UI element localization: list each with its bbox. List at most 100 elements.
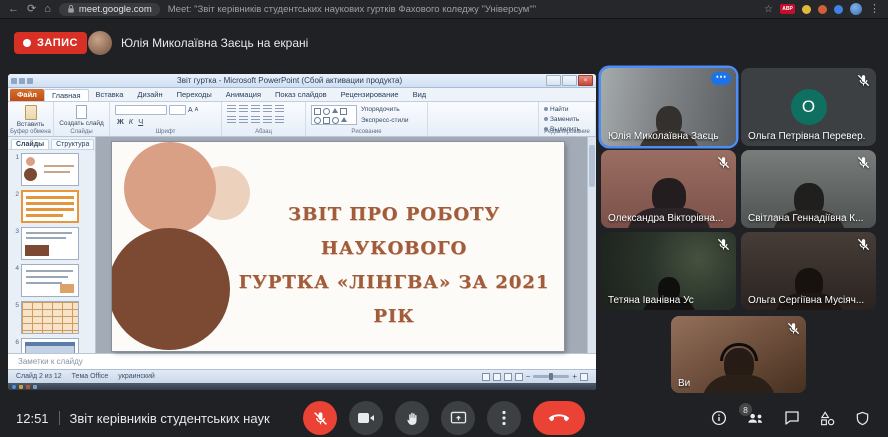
mic-off-icon <box>856 73 871 88</box>
mic-off-icon <box>716 237 731 252</box>
slide-thumbnail-3: 3 <box>10 227 91 260</box>
mic-off-icon <box>716 155 731 170</box>
view-reading-icon <box>504 373 512 381</box>
raise-hand-button[interactable] <box>395 401 429 435</box>
url-text: meet.google.com <box>79 4 152 15</box>
close-icon: × <box>578 75 593 86</box>
info-icon <box>711 410 727 426</box>
panel-tab-slides: Слайды <box>11 139 49 149</box>
view-sorter-icon <box>493 373 501 381</box>
tab-animations: Анимация <box>219 89 268 101</box>
hand-icon <box>405 411 420 426</box>
extension-icon-yellow[interactable] <box>802 5 811 14</box>
activities-button[interactable] <box>819 410 836 427</box>
meeting-title: Звіт керівників студентських наукових гу… <box>70 411 270 426</box>
back-icon[interactable]: ← <box>8 0 19 19</box>
slide-scrollbar <box>587 137 596 353</box>
self-view-tile[interactable]: Ви <box>671 316 806 393</box>
participant-name: Світлана Геннадіївна К... <box>748 213 863 224</box>
tab-design: Дизайн <box>130 89 169 101</box>
browser-profile-avatar[interactable] <box>850 3 862 15</box>
present-icon <box>450 411 467 426</box>
reload-icon[interactable]: ⟳ <box>27 0 36 19</box>
ppt-ribbon: Вставить Буфер обмена Создать слайд Слай… <box>8 102 596 137</box>
end-call-button[interactable] <box>533 401 585 435</box>
view-normal-icon <box>482 373 490 381</box>
shared-screen-tile[interactable]: Звіт гуртка - Microsoft PowerPoint (Сбой… <box>8 74 596 390</box>
paste-label: Вставить <box>17 121 45 129</box>
host-controls-button[interactable] <box>855 411 870 426</box>
participant-tile-tetiana[interactable]: Тетяна Іванівна Ус <box>601 232 736 310</box>
font-size-dropdown <box>169 105 186 115</box>
new-slide-icon <box>76 105 87 119</box>
zoom-slider <box>533 375 569 378</box>
meeting-details-button[interactable] <box>711 410 727 426</box>
slide-title-line1: ЗВІТ ПРО РОБОТУ НАУКОВОГО <box>230 198 558 266</box>
participant-tile-yuliia[interactable]: ⋯ Юлія Миколаївна Заєць <box>601 68 736 146</box>
tab-home: Главная <box>44 89 89 101</box>
status-theme: Тема Office <box>72 373 109 380</box>
slide-thumbnail-4: 4 <box>10 264 91 297</box>
tab-view: Вид <box>406 89 434 101</box>
page-title: Meet: "Звіт керівників студентських наук… <box>168 4 536 15</box>
tab-insert: Вставка <box>89 89 131 101</box>
present-screen-button[interactable] <box>441 401 475 435</box>
group-label-clipboard: Буфер обмена <box>8 129 53 135</box>
group-label-drawing: Рисование <box>306 129 427 135</box>
status-slide-info: Слайд 2 из 12 <box>16 373 62 380</box>
home-icon[interactable]: ⌂ <box>44 0 51 19</box>
participant-name: Юлія Миколаївна Заєць <box>608 131 719 142</box>
ribbon-group-paragraph: Абзац <box>222 102 306 136</box>
participant-name: Ольга Сергіївна Мусіяч... <box>748 295 864 306</box>
people-button[interactable]: 8 <box>746 411 765 425</box>
tab-transitions: Переходы <box>170 89 219 101</box>
address-bar[interactable]: meet.google.com <box>59 3 160 16</box>
slide-thumbnail-1: 1 <box>10 153 91 186</box>
clock-time: 12:51 <box>16 411 49 426</box>
new-slide-label: Создать слайд <box>59 120 104 128</box>
mic-mute-button[interactable] <box>303 401 337 435</box>
maximize-icon <box>562 75 577 86</box>
taskbar-app-icon <box>26 385 30 389</box>
status-language: украинский <box>118 373 155 380</box>
lock-icon <box>67 4 75 14</box>
extension-icon-orange[interactable] <box>818 5 827 14</box>
activities-icon <box>819 410 836 427</box>
mic-off-icon <box>312 410 329 427</box>
ribbon-group-drawing: Упорядочить Экспресс-стили Рисование <box>306 102 428 136</box>
tab-slideshow: Показ слайдов <box>268 89 334 101</box>
chat-icon <box>784 410 800 426</box>
shrink-font-icon: A <box>195 106 199 115</box>
ppt-titlebar: Звіт гуртка - Microsoft PowerPoint (Сбой… <box>8 74 596 88</box>
participant-name: Ольга Петрівна Перевер... <box>748 131 866 142</box>
window-controls: × <box>546 75 593 86</box>
ppt-window-title: Звіт гуртка - Microsoft PowerPoint (Сбой… <box>36 76 543 85</box>
ribbon-group-editing: Найти Заменить Выделить Редактирование <box>538 102 596 136</box>
camera-button[interactable] <box>349 401 383 435</box>
participant-tile-olha-serhiivna[interactable]: Ольга Сергіївна Мусіяч... <box>741 232 876 310</box>
slide-editing-area: ЗВІТ ПРО РОБОТУ НАУКОВОГО ГУРТКА «ЛІНГВА… <box>96 137 596 353</box>
tile-more-options-button[interactable]: ⋯ <box>711 72 731 85</box>
participant-tile-svitlana[interactable]: Світлана Геннадіївна К... <box>741 150 876 228</box>
mic-off-icon <box>786 321 801 336</box>
more-options-button[interactable] <box>487 401 521 435</box>
browser-toolbar: ← ⟳ ⌂ meet.google.com Meet: "Звіт керівн… <box>0 0 888 19</box>
participant-count-badge: 8 <box>739 403 752 416</box>
taskbar-app-icon <box>33 385 37 389</box>
slide-title-line2: ГУРТКА «ЛІНГВА» ЗА 2021 РІК <box>230 266 558 334</box>
participant-tile-olha-petrivna[interactable]: O Ольга Петрівна Перевер... <box>741 68 876 146</box>
tab-review: Рецензирование <box>334 89 406 101</box>
slide-decor-circle-brown <box>112 228 230 350</box>
participant-tile-oleksandra[interactable]: Олександра Вікторівна... <box>601 150 736 228</box>
chat-button[interactable] <box>784 410 800 426</box>
slide-thumbnail-2-selected: 2 <box>10 190 91 223</box>
slide-thumbnail-6: 6 <box>10 338 91 353</box>
meet-bottom-bar: 12:51 Звіт керівників студентських науко… <box>0 399 888 437</box>
extension-icon-blue[interactable] <box>834 5 843 14</box>
zoom-out-icon: − <box>526 373 531 381</box>
adblock-extension-icon[interactable]: ABP <box>780 4 795 14</box>
shield-icon <box>855 411 870 426</box>
bookmark-star-icon[interactable]: ☆ <box>764 0 773 19</box>
browser-menu-icon[interactable]: ⋮ <box>869 0 880 19</box>
panel-tab-outline: Структура <box>51 139 94 149</box>
